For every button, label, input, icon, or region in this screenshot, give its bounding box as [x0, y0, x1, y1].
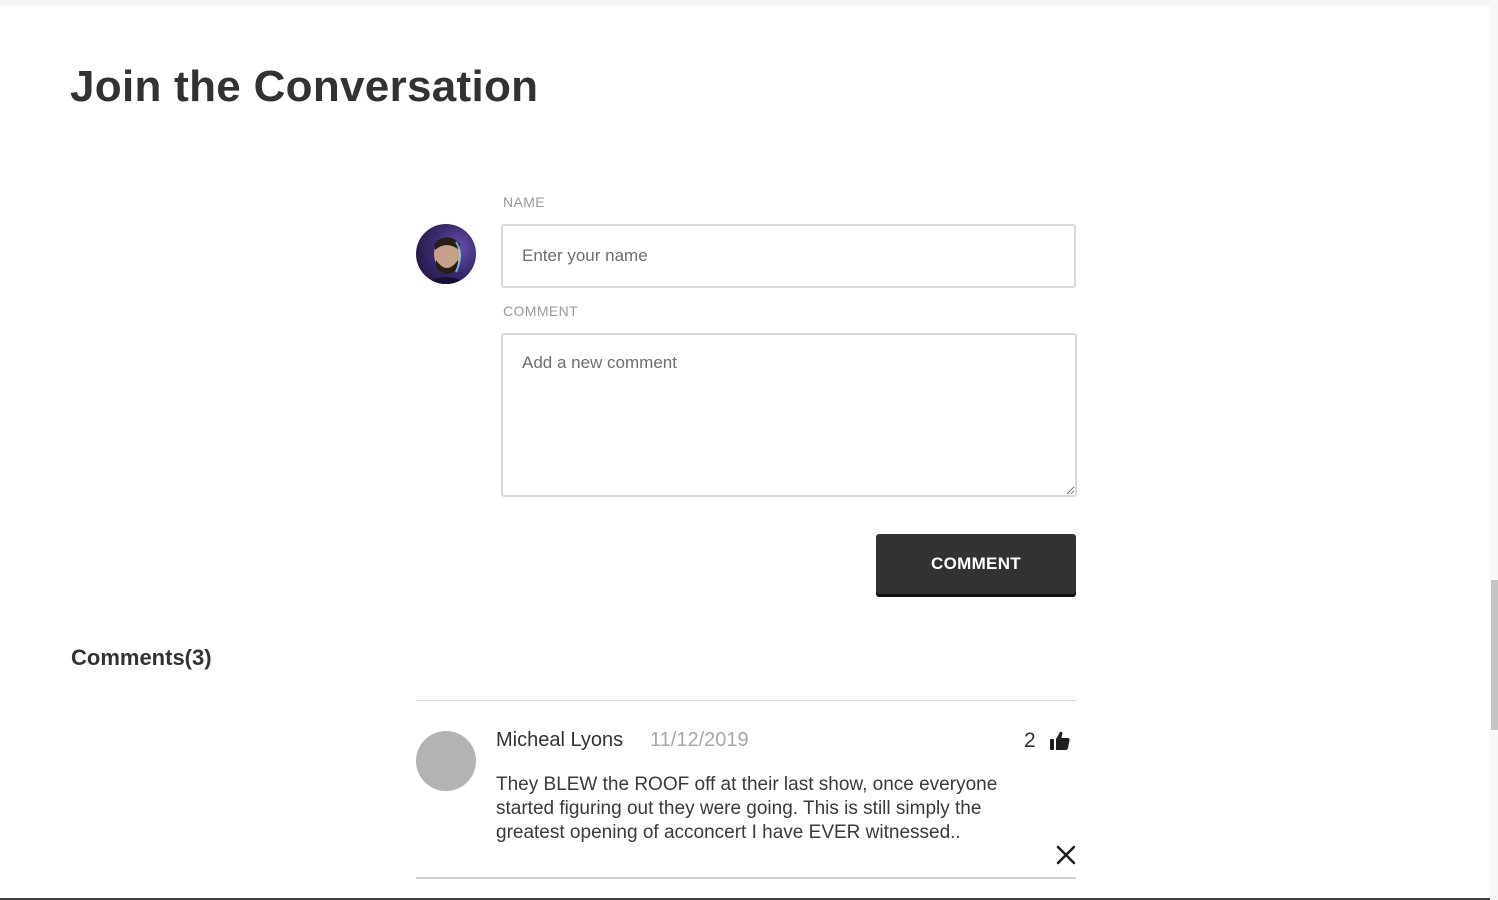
like-count: 2: [1024, 729, 1036, 752]
comment-author: Micheal Lyons: [496, 729, 624, 751]
comment-textarea[interactable]: [501, 333, 1077, 497]
page: Join the Conversation NAME COMMENT COMME…: [0, 0, 1498, 900]
comment-submit-button[interactable]: COMMENT: [876, 534, 1076, 594]
scrollbar[interactable]: [1490, 0, 1498, 900]
page-title: Join the Conversation: [70, 62, 539, 111]
name-label: NAME: [503, 194, 546, 210]
scrollbar-thumb[interactable]: [1491, 580, 1498, 730]
thumbs-up-icon[interactable]: [1049, 730, 1071, 752]
comments-divider: [416, 700, 1076, 701]
close-icon[interactable]: [1055, 844, 1077, 866]
top-strip: [0, 0, 1490, 6]
comment-date: 11/12/2019: [650, 729, 749, 751]
comments-heading: Comments(3): [71, 645, 212, 670]
name-input[interactable]: [501, 224, 1076, 288]
comments-divider-bottom: [416, 877, 1076, 879]
comment-text: They BLEW the ROOF off at their last sho…: [496, 774, 998, 843]
user-avatar-photo-icon: [424, 237, 468, 284]
user-avatar: [416, 224, 476, 284]
comment-label: COMMENT: [503, 303, 579, 319]
comment-avatar: [416, 731, 476, 791]
